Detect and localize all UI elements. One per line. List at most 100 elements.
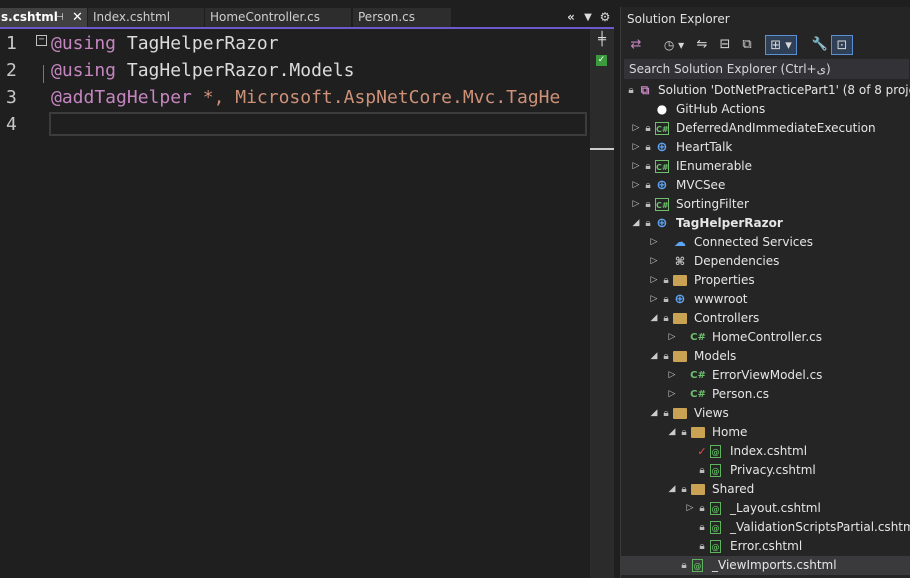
tree-item-file[interactable]: ✓ @ Index.cshtml bbox=[621, 442, 910, 461]
lock-icon: 🔒︎ bbox=[645, 218, 651, 229]
solution-explorer-panel: Solution Explorer ⇄ ◷ ▾ ⇋ ⊟ ⧉ ⊞ ▾ 🔧 ⊡ Se… bbox=[620, 7, 910, 578]
tree-item-project[interactable]: ▷ 🔒︎ ⊕ MVCSee bbox=[621, 176, 910, 195]
tree-item-folder[interactable]: ◢ 🔒︎ Home bbox=[621, 423, 910, 442]
code-editor[interactable]: s.cshtml ⊣ ✕ Index.cshtml HomeController… bbox=[0, 0, 614, 578]
tab-person[interactable]: Person.cs bbox=[353, 8, 451, 27]
github-icon: ● bbox=[656, 102, 668, 116]
tree-item-folder[interactable]: ◢ 🔒︎ Models bbox=[621, 347, 910, 366]
razor-file-icon: @ bbox=[692, 559, 703, 572]
tree-item-project[interactable]: ▷ 🔒︎ ⊕ HeartTalk bbox=[621, 138, 910, 157]
pin-icon[interactable]: ⊣ bbox=[55, 8, 64, 27]
tree-item-wwwroot[interactable]: ▷ 🔒︎ ⊕ wwwroot bbox=[621, 290, 910, 309]
active-tab-underline bbox=[0, 27, 614, 29]
collapse-all-icon[interactable]: ⊟ bbox=[715, 35, 735, 55]
razor-directive: @using bbox=[51, 33, 117, 54]
expand-icon[interactable]: ▷ bbox=[631, 157, 641, 176]
tab-overflow-icon[interactable]: « bbox=[563, 8, 579, 27]
tree-item-file[interactable]: ▷ C# HomeController.cs bbox=[621, 328, 910, 347]
vertical-scrollbar[interactable]: ╪ ✓ bbox=[590, 29, 614, 578]
panel-title: Solution Explorer bbox=[627, 12, 730, 26]
search-input[interactable]: Search Solution Explorer (Ctrl+ی) bbox=[624, 59, 909, 79]
gear-icon[interactable]: ⚙ bbox=[598, 8, 612, 27]
tree-item-project[interactable]: ▷ 🔒︎ C# SortingFilter bbox=[621, 195, 910, 214]
switch-views-icon[interactable]: ⇋ bbox=[692, 35, 712, 55]
tree-item-folder[interactable]: ◢ 🔒︎ Views bbox=[621, 404, 910, 423]
tree-item-project-active[interactable]: ◢ 🔒︎ ⊕ TagHelperRazor bbox=[621, 214, 910, 233]
collapse-icon[interactable]: ◢ bbox=[667, 480, 677, 499]
tree-item-label: Connected Services bbox=[694, 235, 814, 249]
razor-directive: @addTagHelper bbox=[51, 87, 192, 108]
tree-item-label: GitHub Actions bbox=[676, 102, 766, 116]
expand-icon[interactable]: ▷ bbox=[685, 499, 695, 518]
code-text: TagHelperRazor bbox=[116, 33, 279, 54]
expand-icon[interactable]: ▷ bbox=[631, 176, 641, 195]
tree-item-file[interactable]: ▷ 🔒︎ @ _Layout.cshtml bbox=[621, 499, 910, 518]
history-icon[interactable]: ◷ ▾ bbox=[659, 35, 689, 55]
tree-item-properties[interactable]: ▷ 🔒︎ Properties bbox=[621, 271, 910, 290]
wrench-icon[interactable]: 🔧 bbox=[811, 35, 829, 55]
line-number: 1 bbox=[6, 33, 17, 54]
tree-item-label: Error.cshtml bbox=[730, 539, 803, 553]
folder-icon bbox=[691, 484, 705, 495]
code-text: TagHelperRazor.Models bbox=[116, 60, 355, 81]
lock-icon: 🔒︎ bbox=[699, 522, 705, 533]
expand-icon[interactable]: ▷ bbox=[667, 385, 677, 404]
tree-item-file[interactable]: ▷ C# ErrorViewModel.cs bbox=[621, 366, 910, 385]
collapse-icon[interactable]: ◢ bbox=[649, 347, 659, 366]
tab-index-cshtml[interactable]: Index.cshtml bbox=[88, 8, 204, 27]
tree-item-label: Person.cs bbox=[712, 387, 769, 401]
scroll-position-marker[interactable] bbox=[590, 148, 614, 150]
tab-homecontroller[interactable]: HomeController.cs bbox=[205, 8, 351, 27]
tree-item-file[interactable]: 🔒︎ @ Privacy.cshtml bbox=[621, 461, 910, 480]
tree-item-label: TagHelperRazor bbox=[676, 216, 783, 230]
tab-dropdown-icon[interactable]: ▼ bbox=[582, 8, 594, 27]
tree-item-dependencies[interactable]: ▷ ⌘ Dependencies bbox=[621, 252, 910, 271]
expand-icon[interactable]: ▷ bbox=[649, 290, 659, 309]
expand-icon[interactable]: ▷ bbox=[631, 119, 641, 138]
show-all-files-icon[interactable]: ⧉ bbox=[737, 35, 757, 55]
filter-icon[interactable]: ⊞ ▾ bbox=[765, 35, 797, 55]
expand-icon[interactable]: ▷ bbox=[667, 328, 677, 347]
lock-icon: 🔒︎ bbox=[628, 85, 634, 96]
razor-file-icon: @ bbox=[710, 445, 721, 458]
tab-viewimports[interactable]: s.cshtml ⊣ ✕ bbox=[0, 8, 87, 27]
tree-item-file[interactable]: ▷ C# Person.cs bbox=[621, 385, 910, 404]
lock-icon: 🔒︎ bbox=[663, 408, 669, 419]
tree-item-connected-services[interactable]: ▷ ☁ Connected Services bbox=[621, 233, 910, 252]
razor-file-icon: @ bbox=[710, 502, 721, 515]
close-icon[interactable]: ✕ bbox=[72, 8, 83, 27]
tree-item-project[interactable]: ▷ 🔒︎ C# DeferredAndImmediateExecution bbox=[621, 119, 910, 138]
code-area[interactable]: − 1 @using TagHelperRazor 2 @using TagHe… bbox=[0, 32, 590, 578]
tree-item-file[interactable]: 🔒︎ @ _ValidationScriptsPartial.cshtml bbox=[621, 518, 910, 537]
tree-item-file[interactable]: 🔒︎ @ Error.cshtml bbox=[621, 537, 910, 556]
collapse-icon[interactable]: ◢ bbox=[667, 423, 677, 442]
expand-icon[interactable]: ▷ bbox=[649, 271, 659, 290]
lock-icon: 🔒︎ bbox=[681, 560, 687, 571]
tree-item-label: _ViewImports.cshtml bbox=[712, 558, 837, 572]
tree-item-label: MVCSee bbox=[676, 178, 726, 192]
sync-with-document-icon[interactable]: ⇄ bbox=[627, 35, 645, 55]
csharp-project-icon: C# bbox=[655, 160, 669, 173]
expand-icon[interactable]: ▷ bbox=[631, 138, 641, 157]
tree-item-file-selected[interactable]: 🔒︎ @ _ViewImports.cshtml bbox=[621, 556, 910, 575]
tree-item-github-actions[interactable]: ● GitHub Actions bbox=[621, 100, 910, 119]
collapse-icon[interactable]: ◢ bbox=[631, 214, 641, 233]
expand-icon[interactable]: ▷ bbox=[649, 233, 659, 252]
expand-icon[interactable]: ▷ bbox=[631, 195, 641, 214]
tree-item-project[interactable]: ▷ 🔒︎ C# IEnumerable bbox=[621, 157, 910, 176]
tree-item-label: _ValidationScriptsPartial.cshtml bbox=[730, 520, 910, 534]
tree-item-folder[interactable]: ◢ 🔒︎ Controllers bbox=[621, 309, 910, 328]
collapse-icon[interactable]: ◢ bbox=[649, 309, 659, 328]
checkmark-icon[interactable]: ✓ bbox=[596, 55, 607, 66]
web-project-icon: ⊕ bbox=[656, 140, 668, 155]
collapse-icon[interactable]: ◢ bbox=[649, 404, 659, 423]
tree-item-label: IEnumerable bbox=[676, 159, 753, 173]
preview-selected-icon[interactable]: ⊡ bbox=[831, 35, 853, 55]
tree-item-folder[interactable]: ◢ 🔒︎ Shared bbox=[621, 480, 910, 499]
expand-icon[interactable]: ▷ bbox=[649, 252, 659, 271]
dependencies-icon: ⌘ bbox=[674, 255, 686, 268]
tree-item-solution[interactable]: 🔒︎ ⧉ Solution 'DotNetPracticePart1' (8 o… bbox=[621, 81, 910, 100]
split-editor-icon[interactable]: ╪ bbox=[595, 33, 609, 47]
code-text: *, Microsoft.AspNetCore.Mvc.TagHe bbox=[191, 87, 561, 108]
expand-icon[interactable]: ▷ bbox=[667, 366, 677, 385]
